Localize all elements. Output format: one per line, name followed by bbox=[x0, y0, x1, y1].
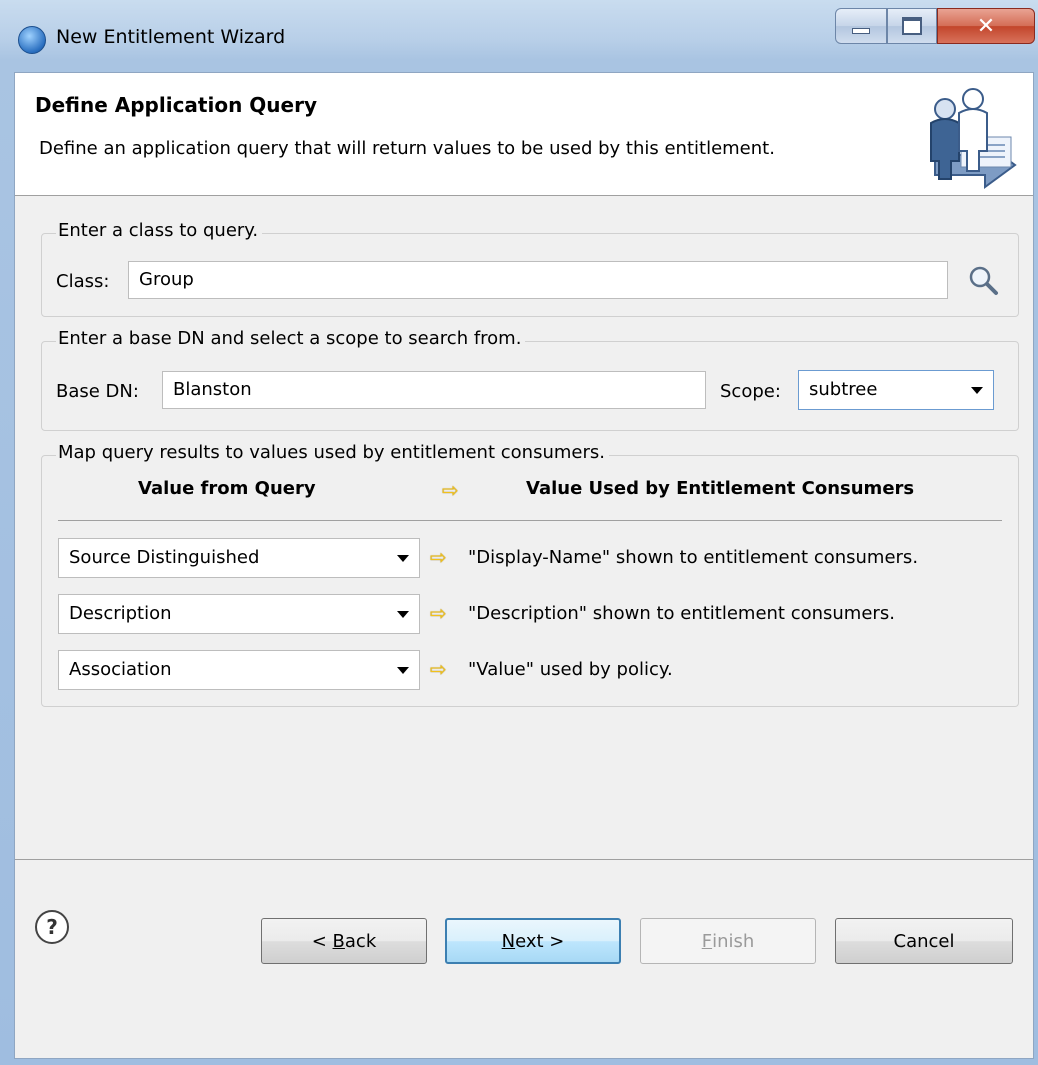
minimize-button[interactable] bbox=[835, 8, 887, 44]
class-group-legend: Enter a class to query. bbox=[56, 220, 263, 241]
base-dn-input[interactable]: Blanston bbox=[162, 371, 706, 409]
mapping-to-text: "Value" used by policy. bbox=[468, 659, 673, 680]
mapping-from-select[interactable]: Source Distinguished bbox=[58, 538, 420, 578]
mapping-from-value: Description bbox=[69, 603, 172, 624]
next-mnemonic: N bbox=[501, 930, 516, 952]
finish-rest: inish bbox=[712, 930, 755, 952]
scope-select[interactable]: subtree bbox=[798, 370, 994, 410]
minimize-icon bbox=[852, 28, 870, 34]
chevron-down-icon bbox=[397, 611, 409, 618]
mapping-group-legend: Map query results to values used by enti… bbox=[56, 442, 609, 463]
wizard-window: New Entitlement Wizard ✕ Define Applicat… bbox=[0, 0, 1038, 1065]
help-icon[interactable]: ? bbox=[35, 910, 69, 944]
mapping-group: Map query results to values used by enti… bbox=[41, 442, 1019, 707]
chevron-down-icon bbox=[397, 555, 409, 562]
base-dn-label: Base DN: bbox=[56, 381, 139, 402]
mapping-from-value: Association bbox=[69, 659, 172, 680]
mapping-to-text: "Description" shown to entitlement consu… bbox=[468, 603, 895, 624]
back-prefix: < bbox=[311, 930, 333, 952]
back-button[interactable]: < Back bbox=[261, 918, 427, 964]
header-separator bbox=[58, 520, 1002, 521]
search-icon[interactable] bbox=[966, 263, 1000, 297]
people-arrow-icon bbox=[930, 88, 1017, 189]
back-rest: ack bbox=[344, 930, 377, 952]
button-bar-separator bbox=[15, 859, 1033, 860]
next-rest: ext > bbox=[515, 930, 565, 952]
close-icon: ✕ bbox=[976, 13, 996, 39]
wizard-header: Define Application Query Define an appli… bbox=[15, 73, 1033, 196]
scope-label: Scope: bbox=[720, 381, 781, 402]
mapping-from-value: Source Distinguished bbox=[69, 547, 260, 568]
base-dn-group-legend: Enter a base DN and select a scope to se… bbox=[56, 328, 526, 349]
class-label: Class: bbox=[56, 271, 110, 292]
class-input[interactable]: Group bbox=[128, 261, 948, 299]
maximize-button[interactable] bbox=[887, 8, 937, 44]
cancel-button[interactable]: Cancel bbox=[835, 918, 1013, 964]
header-arrow-icon: ⇨ bbox=[442, 478, 459, 502]
mapping-to-text: "Display-Name" shown to entitlement cons… bbox=[468, 547, 919, 568]
finish-button[interactable]: Finish bbox=[640, 918, 816, 964]
window-title: New Entitlement Wizard bbox=[56, 26, 286, 48]
column-header-to: Value Used by Entitlement Consumers bbox=[526, 478, 915, 499]
scope-select-value: subtree bbox=[809, 379, 878, 400]
mapping-arrow-icon: ⇨ bbox=[430, 601, 447, 625]
base-dn-group: Enter a base DN and select a scope to se… bbox=[41, 328, 1019, 431]
title-bar[interactable]: New Entitlement Wizard ✕ bbox=[0, 0, 1038, 72]
window-controls: ✕ bbox=[835, 8, 1035, 44]
close-button[interactable]: ✕ bbox=[937, 8, 1035, 44]
page-description: Define an application query that will re… bbox=[39, 138, 775, 159]
mapping-from-select[interactable]: Association bbox=[58, 650, 420, 690]
back-mnemonic: B bbox=[332, 930, 345, 952]
chevron-down-icon bbox=[397, 667, 409, 674]
class-group: Enter a class to query. Class: Group bbox=[41, 220, 1019, 317]
maximize-icon bbox=[902, 17, 922, 35]
next-button[interactable]: Next > bbox=[445, 918, 621, 964]
mapping-arrow-icon: ⇨ bbox=[430, 657, 447, 681]
page-title: Define Application Query bbox=[35, 93, 317, 117]
wizard-body: Define Application Query Define an appli… bbox=[14, 72, 1034, 1059]
column-header-from: Value from Query bbox=[138, 478, 316, 499]
finish-mnemonic: F bbox=[701, 930, 713, 952]
chevron-down-icon bbox=[971, 387, 983, 394]
mapping-arrow-icon: ⇨ bbox=[430, 545, 447, 569]
mapping-from-select[interactable]: Description bbox=[58, 594, 420, 634]
app-icon bbox=[18, 26, 46, 54]
